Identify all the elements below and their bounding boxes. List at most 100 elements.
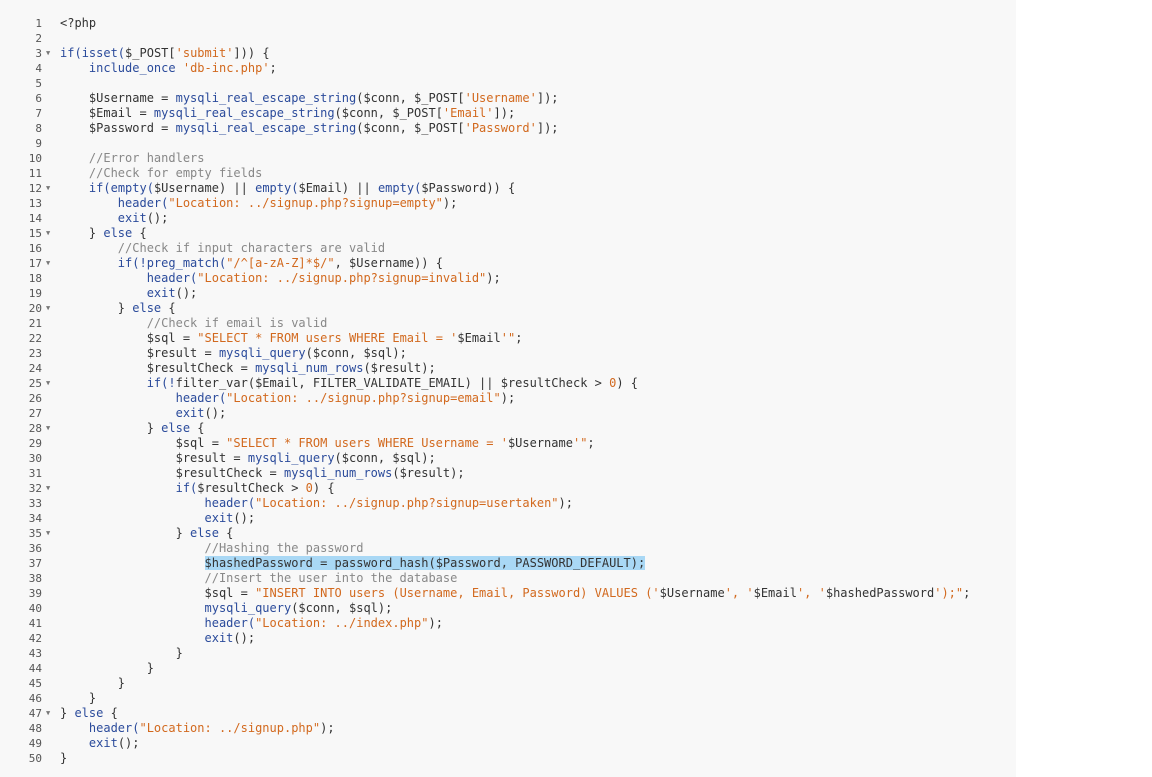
code-line[interactable]: 47 ▼} else {	[0, 706, 1016, 721]
code-token: $_POST[	[125, 46, 176, 60]
code-token: exit	[175, 406, 205, 420]
code-line[interactable]: 22 $sql = "SELECT * FROM users WHERE Ema…	[0, 331, 1016, 346]
code-line[interactable]: 15 ▼ } else {	[0, 226, 1016, 241]
code-line[interactable]: 41 header("Location: ../index.php");	[0, 616, 1016, 631]
code-lines[interactable]: 1 <?php 2 3 ▼ if(isset($_POST['submit'])) {4 …	[0, 16, 1016, 766]
line-number: 3	[35, 47, 42, 60]
line-number: 17	[28, 257, 42, 270]
code-line[interactable]: 30 $result = mysqli_query($conn, $sql);	[0, 451, 1016, 466]
code-line[interactable]: 48 header("Location: ../signup.php");	[0, 721, 1016, 736]
line-number: 32	[28, 482, 42, 495]
code-line[interactable]: 34 exit();	[0, 511, 1016, 526]
code-line[interactable]: 31 $resultCheck = mysqli_num_rows($resul…	[0, 466, 1016, 481]
line-number: 12	[28, 182, 42, 195]
fold-arrow-icon[interactable]: ▼	[46, 526, 56, 541]
fold-arrow-icon[interactable]: ▼	[46, 706, 56, 721]
line-number: 37	[28, 557, 42, 570]
code-text: //Hashing the password	[60, 541, 363, 556]
code-text: exit();	[60, 736, 140, 751]
code-line[interactable]: 20 ▼ } else {	[0, 301, 1016, 316]
code-line[interactable]: 16 //Check if input characters are valid	[0, 241, 1016, 256]
code-line[interactable]: 5	[0, 76, 1016, 91]
fold-arrow-icon[interactable]: ▼	[46, 181, 56, 196]
code-token: header(	[88, 721, 140, 735]
code-line[interactable]: 18 header("Location: ../signup.php?signu…	[0, 271, 1016, 286]
code-line[interactable]: 26 header("Location: ../signup.php?signu…	[0, 391, 1016, 406]
code-token: ;	[587, 436, 595, 450]
code-line[interactable]: 12 ▼ if(empty($Username) || empty($Email)…	[0, 181, 1016, 196]
code-line[interactable]: 39 $sql = "INSERT INTO users (Username, …	[0, 586, 1016, 601]
code-line[interactable]: 46 }	[0, 691, 1016, 706]
code-line[interactable]: 13 header("Location: ../signup.php?signu…	[0, 196, 1016, 211]
code-line[interactable]: 7 $Email = mysqli_real_escape_string($co…	[0, 106, 1016, 121]
code-text: //Check if email is valid	[60, 316, 328, 331]
code-line[interactable]: 28 ▼ } else {	[0, 421, 1016, 436]
code-line[interactable]: 42 exit();	[0, 631, 1016, 646]
code-token: ();	[233, 511, 256, 525]
line-number: 49	[28, 737, 42, 750]
code-token: $Password)) {	[421, 181, 516, 195]
code-line[interactable]: 1 <?php	[0, 16, 1016, 31]
code-line[interactable]: 2	[0, 31, 1016, 46]
code-token: 'Username'	[464, 91, 537, 105]
code-text: exit();	[60, 406, 227, 421]
code-line[interactable]: 37 $hashedPassword = password_hash($Pass…	[0, 556, 1016, 571]
code-token: ();	[175, 286, 198, 300]
line-number: 24	[28, 362, 42, 375]
code-line[interactable]: 8 $Password = mysqli_real_escape_string(…	[0, 121, 1016, 136]
code-line[interactable]: 35 ▼ } else {	[0, 526, 1016, 541]
code-line[interactable]: 29 $sql = "SELECT * FROM users WHERE Use…	[0, 436, 1016, 451]
code-token: {	[161, 301, 176, 315]
code-line[interactable]: 19 exit();	[0, 286, 1016, 301]
code-line[interactable]: 24 $resultCheck = mysqli_num_rows($resul…	[0, 361, 1016, 376]
code-text: if($resultCheck > 0) {	[60, 481, 335, 496]
fold-arrow-icon[interactable]: ▼	[46, 46, 56, 61]
fold-arrow-icon[interactable]: ▼	[46, 301, 56, 316]
code-line[interactable]: 10 //Error handlers	[0, 151, 1016, 166]
code-text: $resultCheck = mysqli_num_rows($result);	[60, 361, 436, 376]
code-line[interactable]: 32 ▼ if($resultCheck > 0) {	[0, 481, 1016, 496]
code-line[interactable]: 6 $Username = mysqli_real_escape_string(…	[0, 91, 1016, 106]
code-token: }	[60, 676, 126, 690]
code-token: ', '	[724, 586, 754, 600]
code-token: 'db-inc.php'	[182, 61, 270, 75]
code-text: exit();	[60, 511, 256, 526]
code-line[interactable]: 21 //Check if email is valid	[0, 316, 1016, 331]
code-editor[interactable]: 1 <?php 2 3 ▼ if(isset($_POST['submit'])) {4 …	[0, 0, 1016, 777]
code-token: ();	[204, 406, 227, 420]
code-line[interactable]: 44 }	[0, 661, 1016, 676]
code-token: isset(	[81, 46, 126, 60]
code-line[interactable]: 50}	[0, 751, 1016, 766]
code-line[interactable]: 33 header("Location: ../signup.php?signu…	[0, 496, 1016, 511]
code-line[interactable]: 11 //Check for empty fields	[0, 166, 1016, 181]
code-token: else	[74, 706, 104, 720]
code-line[interactable]: 38 //Insert the user into the database	[0, 571, 1016, 586]
code-line[interactable]: 45 }	[0, 676, 1016, 691]
fold-arrow-icon[interactable]: ▼	[46, 421, 56, 436]
code-token: $Username	[659, 586, 725, 600]
code-line[interactable]: 4 include_once 'db-inc.php';	[0, 61, 1016, 76]
code-line[interactable]: 14 exit();	[0, 211, 1016, 226]
fold-arrow-icon[interactable]: ▼	[46, 226, 56, 241]
code-token: $Email =	[60, 106, 154, 120]
code-line[interactable]: 49 exit();	[0, 736, 1016, 751]
code-line[interactable]: 36 //Hashing the password	[0, 541, 1016, 556]
code-line[interactable]: 43 }	[0, 646, 1016, 661]
code-line[interactable]: 25 ▼ if(!filter_var($Email, FILTER_VALIDA…	[0, 376, 1016, 391]
code-text: exit();	[60, 631, 256, 646]
code-text: if(!preg_match("/^[a-zA-Z]*$/", $Usernam…	[60, 256, 443, 271]
code-line[interactable]: 17 ▼ if(!preg_match("/^[a-zA-Z]*$/", $Use…	[0, 256, 1016, 271]
code-token: ]);	[536, 121, 559, 135]
fold-arrow-icon[interactable]: ▼	[46, 376, 56, 391]
fold-arrow-icon[interactable]: ▼	[46, 256, 56, 271]
code-line[interactable]: 3 ▼ if(isset($_POST['submit'])) {	[0, 46, 1016, 61]
code-line[interactable]: 23 $result = mysqli_query($conn, $sql);	[0, 346, 1016, 361]
code-line[interactable]: 40 mysqli_query($conn, $sql);	[0, 601, 1016, 616]
code-line[interactable]: 27 exit();	[0, 406, 1016, 421]
fold-arrow-icon[interactable]: ▼	[46, 481, 56, 496]
code-line[interactable]: 9	[0, 136, 1016, 151]
